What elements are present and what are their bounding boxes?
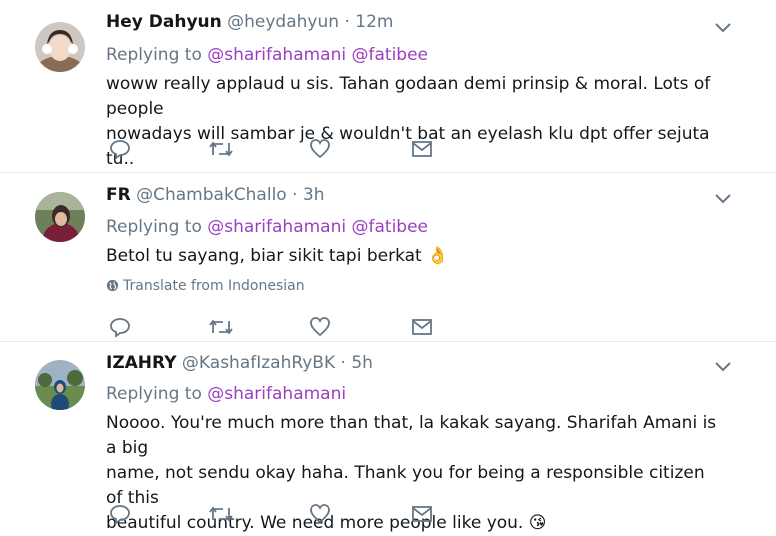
user-handle[interactable]: @ChambakChallo bbox=[136, 185, 287, 205]
heart-icon[interactable] bbox=[308, 315, 334, 339]
avatar[interactable] bbox=[35, 192, 85, 242]
translate-link[interactable]: Translate from Indonesian bbox=[106, 278, 305, 294]
separator-dot: · bbox=[292, 185, 298, 205]
retweet-icon[interactable] bbox=[208, 315, 234, 339]
chevron-down-icon[interactable] bbox=[712, 187, 734, 209]
tweet-text-line: woww really applaud u sis. Tahan godaan … bbox=[106, 74, 711, 119]
avatar[interactable] bbox=[35, 22, 85, 72]
timestamp[interactable]: 12m bbox=[355, 12, 393, 32]
envelope-icon[interactable] bbox=[410, 315, 436, 339]
globe-icon bbox=[106, 278, 123, 294]
envelope-icon[interactable] bbox=[410, 137, 436, 161]
heart-icon[interactable] bbox=[308, 137, 334, 161]
tweet-text-line: Noooo. You're much more than that, la ka… bbox=[106, 413, 717, 458]
reply-icon[interactable] bbox=[108, 502, 134, 526]
translate-label[interactable]: Translate from Indonesian bbox=[123, 278, 305, 294]
tweet-header: IZAHRY @KashafIzahRyBK · 5h bbox=[106, 353, 373, 373]
tweet-header: Hey Dahyun @heydahyun · 12m bbox=[106, 12, 393, 32]
replying-to: Replying to @sharifahamani @fatibee bbox=[106, 45, 428, 65]
mention-link[interactable]: @sharifahamani bbox=[207, 45, 346, 65]
mention-link[interactable]: @sharifahamani bbox=[207, 217, 346, 237]
tweet-2[interactable]: FR @ChambakChallo · 3h Replying to @shar… bbox=[0, 173, 776, 341]
display-name[interactable]: IZAHRY bbox=[106, 353, 177, 373]
user-handle[interactable]: @KashafIzahRyBK bbox=[182, 353, 335, 373]
display-name[interactable]: FR bbox=[106, 185, 131, 205]
retweet-icon[interactable] bbox=[208, 137, 234, 161]
mention-link[interactable]: @fatibee bbox=[352, 217, 429, 237]
replying-to-label: Replying to bbox=[106, 45, 202, 65]
chevron-down-icon[interactable] bbox=[712, 355, 734, 377]
avatar[interactable] bbox=[35, 360, 85, 410]
replying-to: Replying to @sharifahamani bbox=[106, 384, 346, 404]
reply-icon[interactable] bbox=[108, 315, 134, 339]
replying-to-label: Replying to bbox=[106, 384, 202, 404]
reply-icon[interactable] bbox=[108, 137, 134, 161]
timestamp[interactable]: 5h bbox=[351, 353, 373, 373]
display-name[interactable]: Hey Dahyun bbox=[106, 12, 222, 32]
replying-to: Replying to @sharifahamani @fatibee bbox=[106, 217, 428, 237]
chevron-down-icon[interactable] bbox=[712, 16, 734, 38]
retweet-icon[interactable] bbox=[208, 502, 234, 526]
separator-dot: · bbox=[340, 353, 346, 373]
heart-icon[interactable] bbox=[308, 502, 334, 526]
user-handle[interactable]: @heydahyun bbox=[227, 12, 339, 32]
tweet-header: FR @ChambakChallo · 3h bbox=[106, 185, 325, 205]
tweet-3[interactable]: IZAHRY @KashafIzahRyBK · 5h Replying to … bbox=[0, 342, 776, 533]
envelope-icon[interactable] bbox=[410, 502, 436, 526]
tweet-text: Betol tu sayang, biar sikit tapi berkat … bbox=[106, 244, 726, 269]
timestamp[interactable]: 3h bbox=[303, 185, 325, 205]
separator-dot: · bbox=[344, 12, 350, 32]
tweet-text-line: Betol tu sayang, biar sikit tapi berkat bbox=[106, 246, 422, 266]
ok-hand-emoji: 👌 bbox=[427, 246, 449, 266]
replying-to-label: Replying to bbox=[106, 217, 202, 237]
mention-link[interactable]: @fatibee bbox=[352, 45, 429, 65]
mention-link[interactable]: @sharifahamani bbox=[207, 384, 346, 404]
tweet-1[interactable]: Hey Dahyun @heydahyun · 12m Replying to … bbox=[0, 0, 776, 172]
kiss-emoji: 😘 bbox=[528, 513, 547, 533]
